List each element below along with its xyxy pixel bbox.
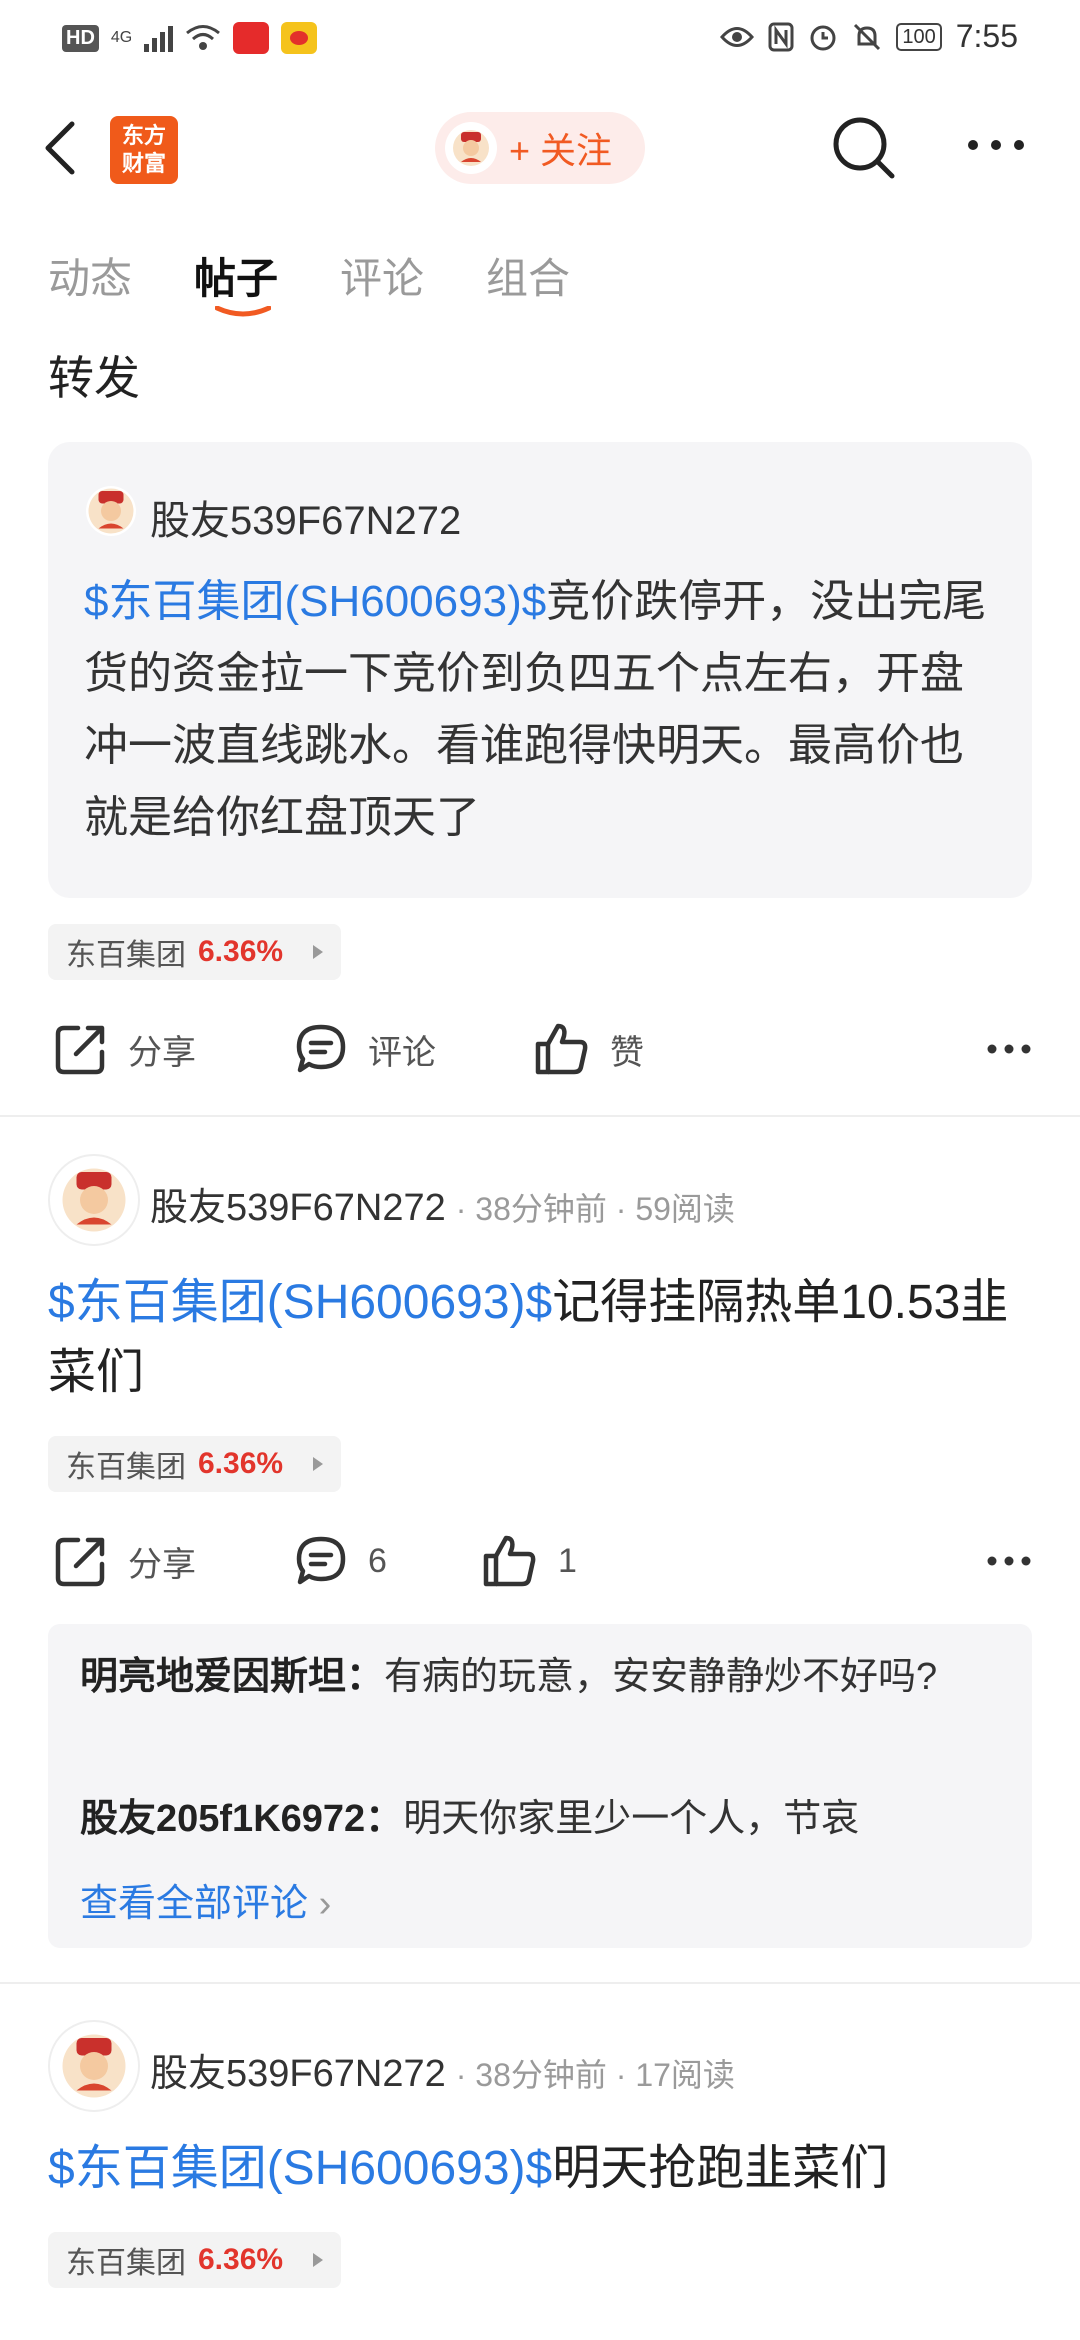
stock-name: 东百集团 xyxy=(66,2247,186,2280)
comment-item[interactable]: 明亮地爱因斯坦：有病的玩意，安安静静炒不好吗? xyxy=(80,1648,980,1706)
post-body: 明天抢跑韭菜们 xyxy=(552,2142,889,2195)
post-header: 股友539F67N272 · 38分钟前 · 17阅读 xyxy=(150,2042,735,2097)
follow-label: + 关注 xyxy=(509,130,613,171)
quoted-username[interactable]: 股友539F67N272 xyxy=(150,488,461,546)
post-meta: · 38分钟前 · 17阅读 xyxy=(455,2057,735,2093)
user-avatar xyxy=(445,122,497,174)
comment-user[interactable]: 股友205f1K6972 xyxy=(80,1798,365,1840)
comment-label: 评论 xyxy=(368,1033,436,1072)
like-count: 1 xyxy=(558,1541,577,1580)
stock-chip[interactable]: 东百集团 6.36% xyxy=(48,924,342,980)
caishen-avatar-icon xyxy=(453,130,489,166)
tab-dynamic[interactable]: 动态 xyxy=(48,245,132,306)
like-button[interactable]: 1 xyxy=(482,1534,577,1588)
follow-button[interactable]: + 关注 xyxy=(435,112,645,184)
like-button[interactable]: 赞 xyxy=(534,1022,644,1076)
tab-portfolio[interactable]: 组合 xyxy=(486,245,570,306)
notification-app-icon xyxy=(233,22,270,54)
more-icon[interactable] xyxy=(966,138,1026,152)
stock-link[interactable]: $东百集团(SH600693)$ xyxy=(48,2142,552,2195)
hd-badge: HD xyxy=(62,24,99,52)
comment-item[interactable]: 股友205f1K6972：明天你家里少一个人，节哀 xyxy=(80,1790,980,1848)
wifi-icon xyxy=(186,25,221,50)
stock-change: 6.36% xyxy=(198,935,284,968)
post-avatar[interactable] xyxy=(48,1154,140,1246)
thumbs-up-icon xyxy=(535,1023,588,1075)
share-icon xyxy=(55,1025,105,1075)
comment-button[interactable]: 评论 xyxy=(294,1022,436,1076)
weibo-icon xyxy=(281,22,318,54)
repost-label: 转发 xyxy=(48,352,140,404)
chevron-right-icon: › xyxy=(318,1883,332,1925)
comment-user[interactable]: 明亮地爱因斯坦 xyxy=(80,1656,346,1698)
share-label: 分享 xyxy=(128,1545,196,1584)
chevron-right-icon xyxy=(313,2253,324,2267)
chevron-right-icon xyxy=(313,945,324,959)
mute-icon xyxy=(854,23,881,50)
status-left: HD 4G xyxy=(62,22,318,54)
share-label: 分享 xyxy=(128,1033,196,1072)
more-options-icon[interactable] xyxy=(986,1043,1032,1055)
status-right: 100 7:55 xyxy=(720,18,1018,55)
comment-button[interactable]: 6 xyxy=(294,1534,387,1588)
back-icon[interactable] xyxy=(40,118,80,178)
post-text[interactable]: $东百集团(SH600693)$明天抢跑韭菜们 xyxy=(48,2134,1048,2204)
caishen-avatar-icon xyxy=(62,2034,126,2098)
eye-icon xyxy=(720,26,755,47)
share-icon xyxy=(55,1537,105,1587)
post-header: 股友539F67N272 · 38分钟前 · 59阅读 xyxy=(150,1176,735,1231)
comment-separator: ： xyxy=(365,1798,404,1840)
post-username[interactable]: 股友539F67N272 xyxy=(150,2042,446,2097)
stock-chip[interactable]: 东百集团 6.36% xyxy=(48,2232,342,2288)
comment-separator: ： xyxy=(346,1656,385,1698)
tab-comments[interactable]: 评论 xyxy=(340,245,424,306)
status-bar: HD 4G 100 7:55 xyxy=(0,0,1080,82)
signal-icon xyxy=(144,24,174,52)
post-meta: · 38分钟前 · 59阅读 xyxy=(455,1191,735,1227)
post-action-bar: 分享 6 1 xyxy=(48,1526,1032,1596)
quoted-user-avatar[interactable] xyxy=(86,486,136,536)
active-tab-indicator xyxy=(215,306,271,317)
stock-link[interactable]: $东百集团(SH600693)$ xyxy=(84,577,546,626)
post-divider xyxy=(0,1982,1080,1984)
comment-icon xyxy=(296,1024,346,1073)
view-all-label: 查看全部评论 xyxy=(80,1883,309,1925)
chevron-right-icon xyxy=(313,1457,324,1471)
repost-action-bar: 分享 评论 赞 xyxy=(48,1014,1032,1084)
app-logo: 东方 财富 xyxy=(110,116,178,184)
share-button[interactable]: 分享 xyxy=(54,1022,196,1076)
comment-count: 6 xyxy=(368,1541,387,1580)
stock-change: 6.36% xyxy=(198,2243,284,2276)
quoted-post-text: $东百集团(SH600693)$竞价跌停开，没出完尾货的资金拉一下竞价到负四五个… xyxy=(84,566,1004,854)
clock: 7:55 xyxy=(955,18,1018,54)
caishen-avatar-icon xyxy=(62,1168,126,1232)
battery-indicator: 100 xyxy=(896,22,942,51)
post-avatar[interactable] xyxy=(48,2020,140,2112)
like-label: 赞 xyxy=(610,1033,644,1072)
stock-name: 东百集团 xyxy=(66,939,186,972)
share-button[interactable]: 分享 xyxy=(54,1534,196,1588)
comment-text: 明天你家里少一个人，节哀 xyxy=(403,1798,860,1840)
network-label: 4G xyxy=(110,29,133,46)
caishen-avatar-icon xyxy=(88,488,134,534)
more-options-icon[interactable] xyxy=(986,1555,1032,1567)
post-text[interactable]: $东百集团(SH600693)$记得挂隔热单10.53韭菜们 xyxy=(48,1268,1048,1408)
stock-change: 6.36% xyxy=(198,1447,284,1480)
comment-icon xyxy=(296,1536,346,1585)
stock-chip[interactable]: 东百集团 6.36% xyxy=(48,1436,342,1492)
alarm-icon xyxy=(810,25,836,50)
nfc-icon xyxy=(768,22,794,51)
comment-text: 有病的玩意，安安静静炒不好吗? xyxy=(384,1656,938,1698)
stock-name: 东百集团 xyxy=(66,1451,186,1484)
profile-tabs: 动态 帖子 评论 组合 xyxy=(48,245,570,306)
post-username[interactable]: 股友539F67N272 xyxy=(150,1176,446,1231)
view-all-comments-link[interactable]: 查看全部评论 › xyxy=(80,1872,331,1927)
post-divider xyxy=(0,1115,1080,1117)
thumbs-up-icon xyxy=(483,1535,536,1587)
search-icon[interactable] xyxy=(828,112,898,182)
stock-link[interactable]: $东百集团(SH600693)$ xyxy=(48,1276,552,1329)
tab-posts[interactable]: 帖子 xyxy=(194,245,278,306)
